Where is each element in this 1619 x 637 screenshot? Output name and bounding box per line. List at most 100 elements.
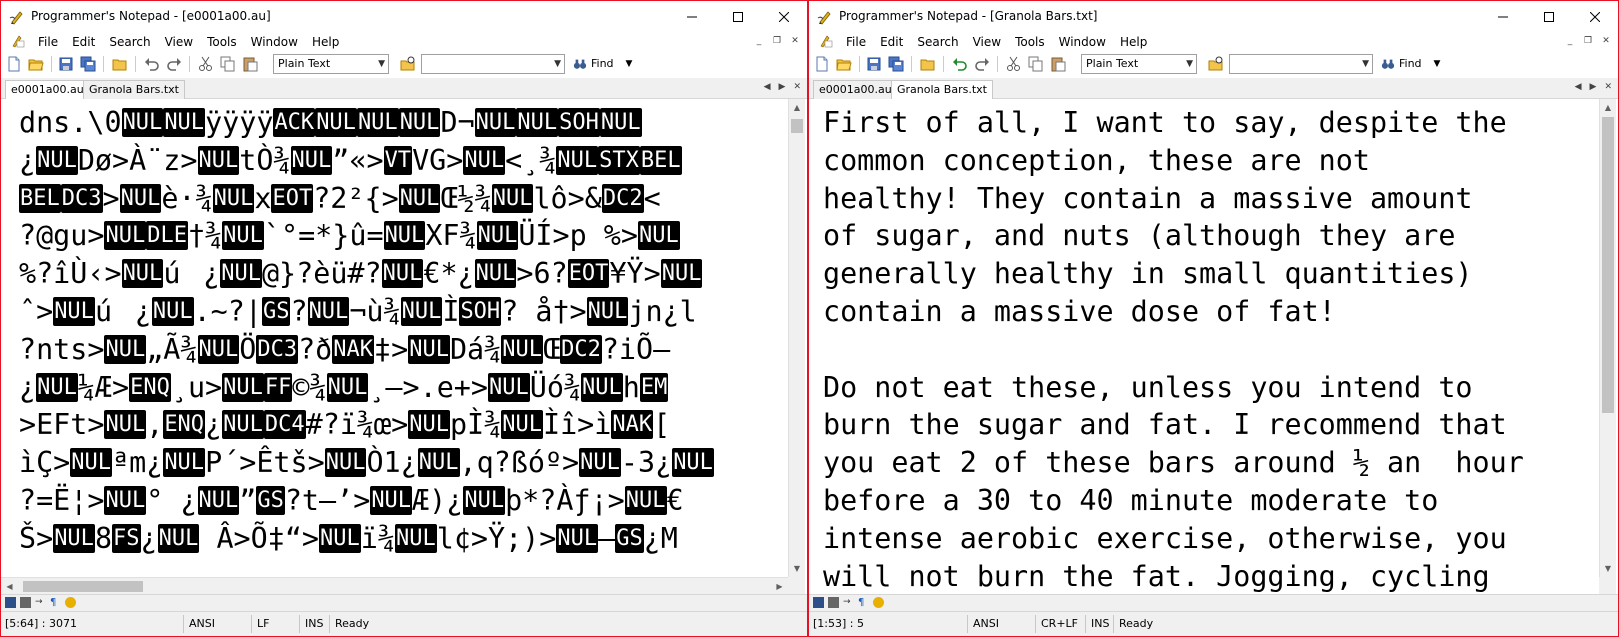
horizontal-scrollbar[interactable]: ◀ ▶ — [1, 577, 788, 594]
tab-close-icon[interactable]: ✕ — [793, 82, 801, 92]
scroll-thumb[interactable] — [791, 119, 803, 133]
scroll-up-icon[interactable]: ▲ — [1600, 99, 1616, 116]
find-button[interactable]: Find ▼ — [1381, 55, 1440, 73]
new-file-icon[interactable] — [5, 55, 23, 73]
scroll-down-icon[interactable]: ▼ — [1600, 560, 1616, 577]
tab-granola-bars[interactable]: Granola Bars.txt — [891, 80, 993, 100]
editor-text[interactable]: dns.\0NULNULÿÿÿÿACKNULNULNULD¬NULNULSOHN… — [19, 104, 714, 558]
horizontal-scroll-thumb[interactable] — [23, 581, 143, 592]
tab-scroll-left-icon[interactable]: ◀ — [1575, 82, 1582, 92]
tab-scroll-right-icon[interactable]: ▶ — [779, 82, 786, 92]
editor-line: ¿NUL¼Æ>ENQ¸u>NULFF©¾NUL¸–>.e+>NULÜó¾NULh… — [19, 369, 714, 407]
editor-area[interactable]: First of all, I want to say, despite the… — [809, 99, 1599, 594]
menu-edit[interactable]: Edit — [873, 34, 910, 50]
menu-search[interactable]: Search — [910, 34, 965, 50]
bookmark-icon[interactable] — [65, 597, 76, 608]
minimize-button[interactable] — [1480, 1, 1526, 32]
maximize-button[interactable] — [1526, 1, 1572, 32]
minimize-button[interactable] — [669, 1, 715, 32]
bookmark-icon[interactable] — [873, 597, 884, 608]
menu-window[interactable]: Window — [244, 34, 305, 50]
paste-icon[interactable] — [241, 55, 259, 73]
close-button[interactable] — [761, 1, 807, 32]
split-icon[interactable] — [828, 597, 839, 608]
save-icon[interactable] — [57, 55, 75, 73]
menu-tools[interactable]: Tools — [1008, 34, 1052, 50]
notepad-window-right[interactable]: Programmer's Notepad - [Granola Bars.txt… — [808, 0, 1619, 637]
open-file-icon[interactable] — [835, 55, 853, 73]
output-icon[interactable] — [5, 597, 16, 608]
find-button[interactable]: Find ▼ — [573, 55, 632, 73]
editor-area[interactable]: dns.\0NULNULÿÿÿÿACKNULNULNULD¬NULNULSOHN… — [1, 99, 788, 594]
pilcrow-icon[interactable]: ¶ — [858, 597, 869, 608]
tab-granola-bars[interactable]: Granola Bars.txt — [83, 80, 185, 99]
tab-scroll-left-icon[interactable]: ◀ — [764, 82, 771, 92]
menu-tools[interactable]: Tools — [200, 34, 244, 50]
scroll-down-icon[interactable]: ▼ — [789, 560, 805, 577]
tab-close-icon[interactable]: ✕ — [1604, 82, 1612, 92]
scheme-select[interactable]: Plain Text ▼ — [1081, 54, 1197, 74]
find-in-files-icon[interactable] — [1207, 55, 1225, 73]
search-combo[interactable]: ▼ — [421, 54, 565, 74]
menu-window[interactable]: Window — [1052, 34, 1113, 50]
mdi-restore-icon[interactable]: ❐ — [771, 35, 783, 47]
undo-icon[interactable] — [143, 55, 161, 73]
menu-view[interactable]: View — [158, 34, 200, 50]
cut-icon[interactable] — [1005, 55, 1023, 73]
maximize-button[interactable] — [715, 1, 761, 32]
menu-help[interactable]: Help — [1113, 34, 1154, 50]
find-in-files-icon[interactable] — [399, 55, 417, 73]
mdi-restore-icon[interactable]: ❐ — [1582, 35, 1594, 47]
save-all-icon[interactable] — [887, 55, 905, 73]
vertical-scrollbar[interactable]: ▲ ▼ — [1599, 99, 1616, 577]
close-button[interactable] — [1572, 1, 1618, 32]
mdi-close-icon[interactable]: ✕ — [789, 35, 801, 47]
undo-icon[interactable] — [951, 55, 969, 73]
menu-search[interactable]: Search — [102, 34, 157, 50]
editor-text[interactable]: First of all, I want to say, despite the… — [823, 104, 1524, 594]
search-combo[interactable]: ▼ — [1229, 54, 1373, 74]
scroll-left-icon[interactable]: ◀ — [1, 578, 18, 595]
mdi-close-icon[interactable]: ✕ — [1600, 35, 1612, 47]
open-folder-icon[interactable] — [919, 55, 937, 73]
text-run: ï¾ — [360, 521, 395, 555]
tab-e0001a00-au[interactable]: e0001a00.au — [5, 80, 90, 100]
find-dropdown-icon[interactable]: ▼ — [1434, 55, 1441, 73]
cut-icon[interactable] — [197, 55, 215, 73]
tab-e0001a00-au[interactable]: e0001a00.au — [813, 80, 898, 99]
document-icon[interactable] — [11, 34, 25, 48]
new-file-icon[interactable] — [813, 55, 831, 73]
pilcrow-icon[interactable]: ¶ — [50, 597, 61, 608]
menu-help[interactable]: Help — [305, 34, 346, 50]
vertical-scrollbar[interactable]: ▲ ▼ — [788, 99, 805, 577]
arrow-icon[interactable]: → — [843, 597, 854, 608]
redo-icon[interactable] — [165, 55, 183, 73]
scroll-right-icon[interactable]: ▶ — [771, 578, 788, 595]
split-icon[interactable] — [20, 597, 31, 608]
copy-icon[interactable] — [1027, 55, 1045, 73]
menu-view[interactable]: View — [966, 34, 1008, 50]
menu-file[interactable]: File — [31, 34, 65, 50]
mdi-minimize-icon[interactable]: _ — [1564, 35, 1576, 47]
mdi-minimize-icon[interactable]: _ — [753, 35, 765, 47]
scroll-up-icon[interactable]: ▲ — [789, 99, 805, 116]
open-folder-icon[interactable] — [111, 55, 129, 73]
output-icon[interactable] — [813, 597, 824, 608]
arrow-icon[interactable]: → — [35, 597, 46, 608]
open-file-icon[interactable] — [27, 55, 45, 73]
scheme-select[interactable]: Plain Text ▼ — [273, 54, 389, 74]
find-dropdown-icon[interactable]: ▼ — [626, 55, 633, 73]
scroll-thumb[interactable] — [1602, 117, 1614, 413]
redo-icon[interactable] — [973, 55, 991, 73]
document-icon[interactable] — [819, 34, 833, 48]
menu-edit[interactable]: Edit — [65, 34, 102, 50]
copy-icon[interactable] — [219, 55, 237, 73]
save-all-icon[interactable] — [79, 55, 97, 73]
title-bar[interactable]: Programmer's Notepad - [e0001a00.au] — [1, 1, 807, 32]
tab-scroll-right-icon[interactable]: ▶ — [1590, 82, 1597, 92]
paste-icon[interactable] — [1049, 55, 1067, 73]
title-bar[interactable]: Programmer's Notepad - [Granola Bars.txt… — [809, 1, 1618, 32]
save-icon[interactable] — [865, 55, 883, 73]
menu-file[interactable]: File — [839, 34, 873, 50]
notepad-window-left[interactable]: Programmer's Notepad - [e0001a00.au] Fil… — [0, 0, 808, 637]
